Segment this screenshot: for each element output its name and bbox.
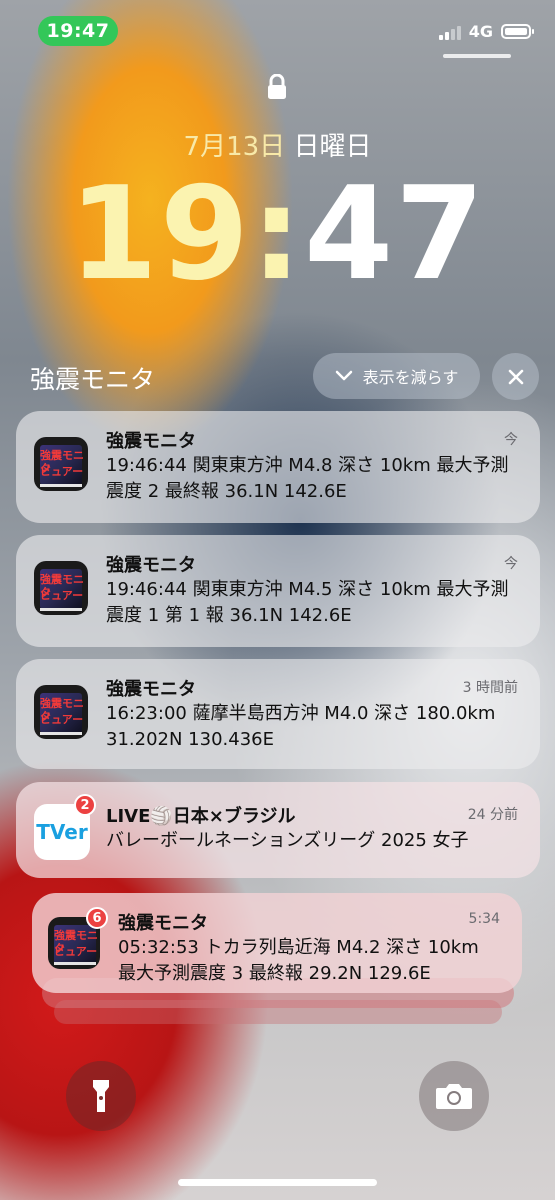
signal-icon bbox=[438, 24, 461, 40]
notification-time: 24 分前 bbox=[467, 807, 518, 823]
show-less-label: 表示を減らす bbox=[362, 368, 459, 387]
notification-app-name: 強震モニタ bbox=[106, 679, 196, 700]
notification-time: 今 bbox=[504, 432, 518, 448]
notification-time: 5:34 bbox=[468, 911, 500, 927]
badge-count: 6 bbox=[86, 907, 108, 929]
date-day: 7月13日 bbox=[183, 132, 286, 162]
notification-stack-card[interactable]: 強震モニタ ビュアー 6 強震モニタ 5:34 05:32:53 トカラ列島近海… bbox=[32, 893, 522, 993]
control-center-indicator[interactable] bbox=[443, 54, 511, 58]
close-icon bbox=[508, 369, 523, 384]
show-less-button[interactable]: 表示を減らす bbox=[313, 353, 480, 399]
notification-card[interactable]: 強震モニタ ビュアー 強震モニタ 今 19:46:44 関東東方沖 M4.8 深… bbox=[16, 411, 540, 523]
lock-time-minutes: 47 bbox=[304, 160, 487, 309]
notification-time: 3 時間前 bbox=[462, 680, 518, 696]
kyoshin-monitor-app-icon: 強震モニタ ビュアー bbox=[34, 685, 88, 739]
camera-button[interactable] bbox=[419, 1061, 489, 1131]
lock-time-hours: 19: bbox=[68, 160, 305, 309]
status-time-pill[interactable]: 19:47 bbox=[38, 16, 118, 46]
notification-body: 19:46:44 関東東方沖 M4.5 深さ 10km 最大予測震度 1 第 1… bbox=[106, 579, 509, 626]
lock-icon bbox=[268, 74, 286, 99]
kyoshin-monitor-app-icon: 強震モニタ ビュアー bbox=[34, 437, 88, 491]
notification-body: 16:23:00 薩摩半島西方沖 M4.0 深さ 180.0km 31.202N… bbox=[106, 703, 496, 750]
notification-app-name: 強震モニタ bbox=[118, 913, 208, 934]
notification-body: 05:32:53 トカラ列島近海 M4.2 深さ 10km 最大予測震度 3 最… bbox=[118, 937, 479, 984]
notification-group-title: 強震モニタ bbox=[30, 365, 156, 394]
notification-card[interactable]: 強震モニタ ビュアー 強震モニタ 今 19:46:44 関東東方沖 M4.5 深… bbox=[16, 535, 540, 647]
notification-title: LIVE🏐日本×ブラジル bbox=[106, 806, 296, 827]
notification-app-name: 強震モニタ bbox=[106, 555, 196, 576]
notification-card[interactable]: 強震モニタ ビュアー 強震モニタ 3 時間前 16:23:00 薩摩半島西方沖 … bbox=[16, 659, 540, 769]
chevron-down-icon bbox=[335, 370, 352, 381]
camera-icon bbox=[436, 1084, 472, 1109]
battery-icon bbox=[501, 24, 534, 39]
notification-app-name: 強震モニタ bbox=[106, 431, 196, 452]
lock-date: 7月13日 日曜日 bbox=[0, 126, 555, 163]
network-type: 4G bbox=[468, 22, 493, 41]
flashlight-button[interactable] bbox=[66, 1061, 136, 1131]
notification-card[interactable]: TVer 2 LIVE🏐日本×ブラジル 24 分前 バレーボールネーションズリー… bbox=[16, 782, 540, 878]
badge-count: 2 bbox=[74, 794, 96, 816]
date-weekday: 日曜日 bbox=[293, 132, 372, 162]
kyoshin-monitor-app-icon: 強震モニタ ビュアー bbox=[34, 561, 88, 615]
home-indicator[interactable] bbox=[178, 1179, 377, 1186]
lock-time: 19:47 bbox=[0, 165, 555, 305]
status-indicators: 4G bbox=[438, 22, 534, 41]
flashlight-icon bbox=[93, 1080, 109, 1112]
notification-body: バレーボールネーションズリーグ 2025 女子 bbox=[106, 830, 469, 851]
notification-body: 19:46:44 関東東方沖 M4.8 深さ 10km 最大予測震度 2 最終報… bbox=[106, 455, 509, 502]
notification-time: 今 bbox=[504, 556, 518, 572]
clear-group-button[interactable] bbox=[492, 353, 539, 400]
